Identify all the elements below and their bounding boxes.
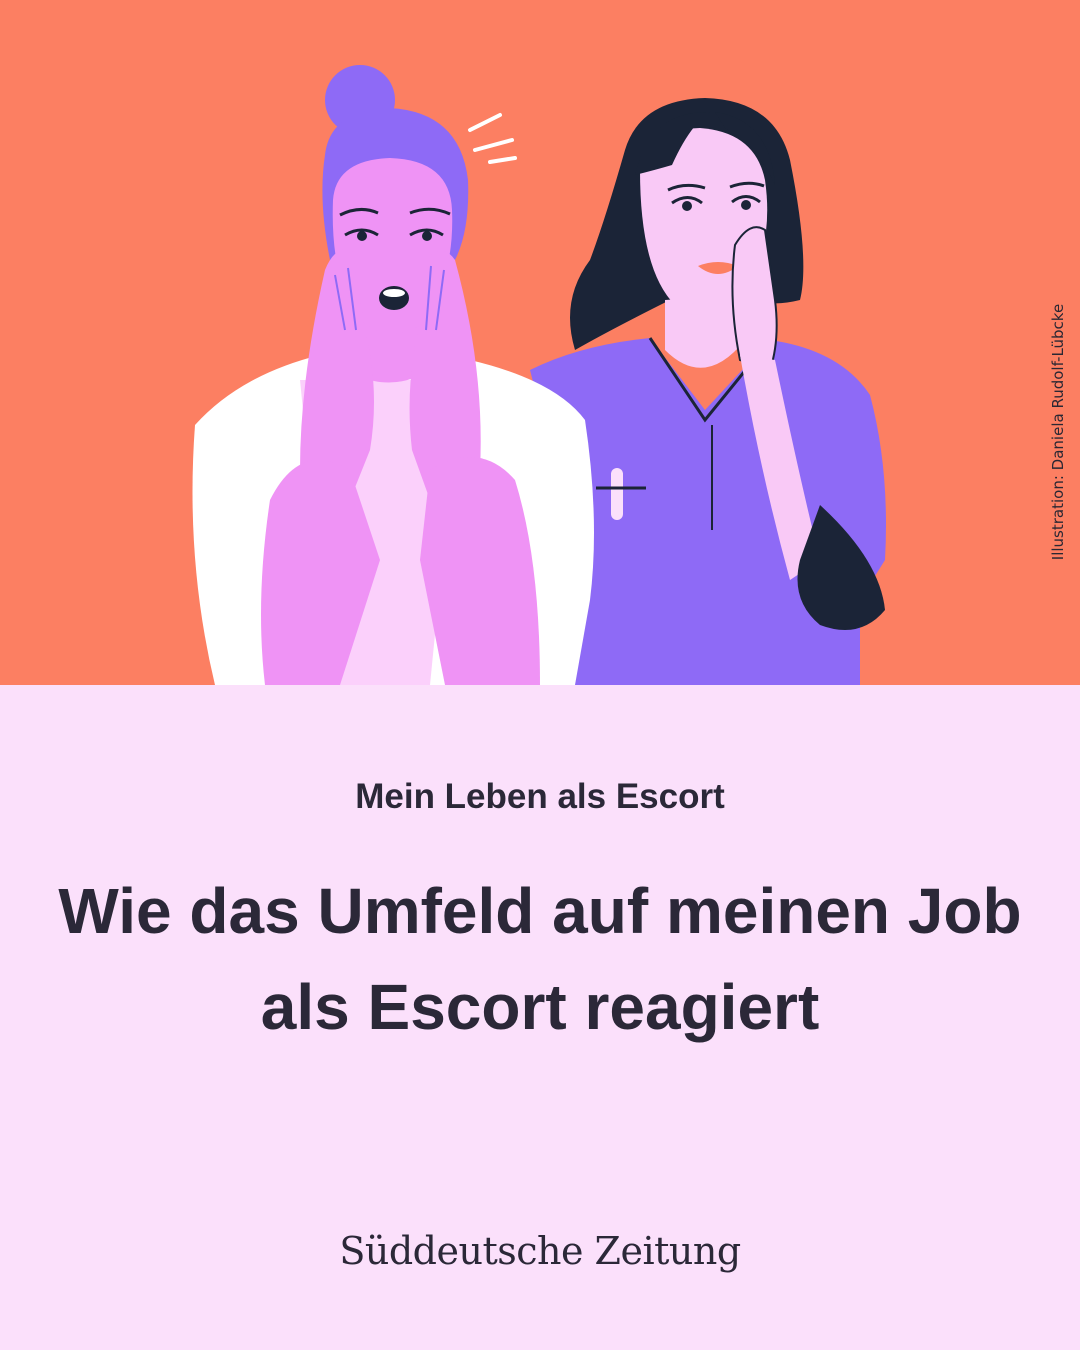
article-kicker: Mein Leben als Escort: [355, 777, 725, 816]
brand-logo: Süddeutsche Zeitung: [339, 1229, 741, 1273]
illustration-two-women: [192, 65, 886, 685]
article-headline: Wie das Umfeld auf meinen Job als Escort…: [58, 875, 1022, 1043]
illustration: Illustration: Daniela Rudolf-Lübcke: [0, 0, 1080, 685]
text-panel: Mein Leben als Escort Wie das Umfeld auf…: [0, 685, 1080, 1350]
illustration-credit: Illustration: Daniela Rudolf-Lübcke: [1049, 303, 1067, 561]
post-card: Illustration: Daniela Rudolf-Lübcke Mein…: [0, 0, 1080, 1350]
